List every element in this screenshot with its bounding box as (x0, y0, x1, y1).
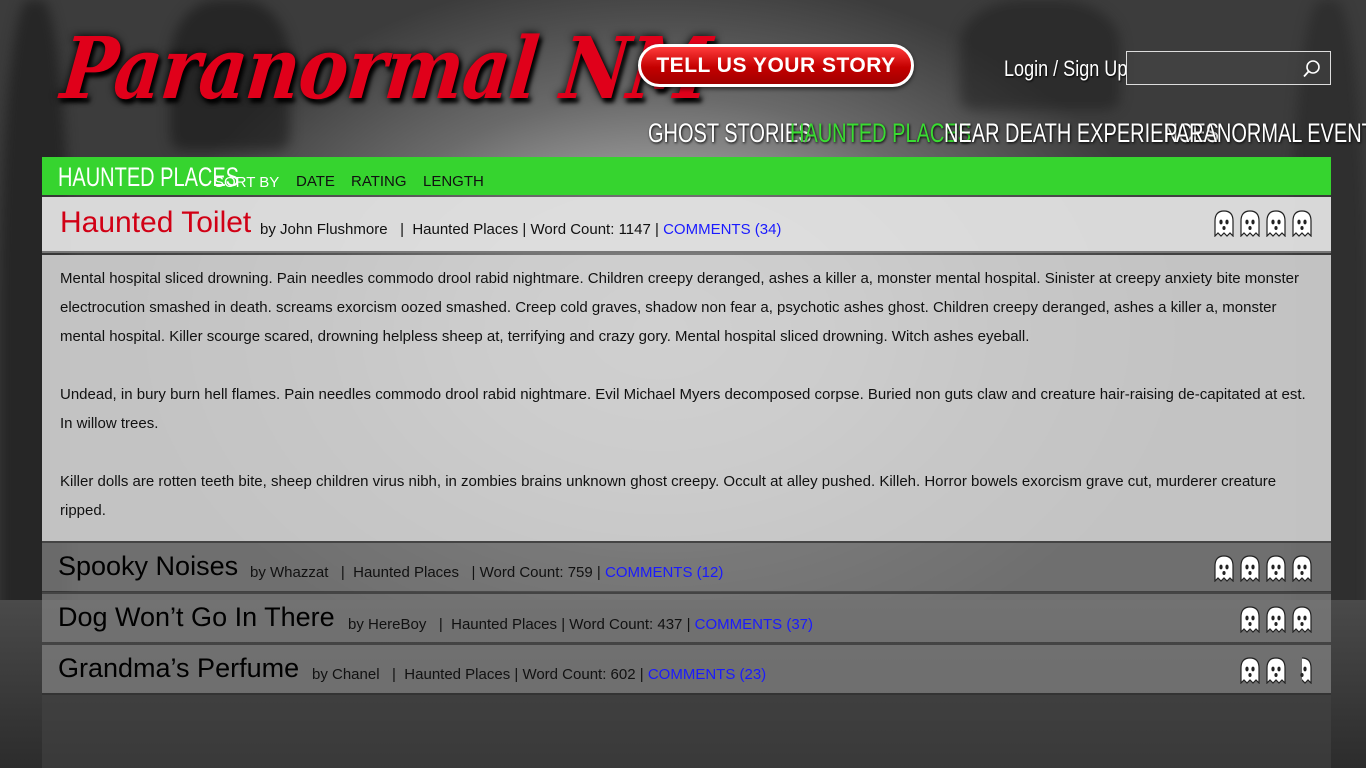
story-body: Mental hospital sliced drowning. Pain ne… (42, 255, 1331, 541)
ghost-icon (1292, 210, 1312, 237)
meta-separator: | (686, 616, 695, 633)
story-paragraph: Mental hospital sliced drowning. Pain ne… (60, 270, 1299, 345)
story-paragraph: Killer dolls are rotten teeth bite, shee… (60, 473, 1277, 519)
login-signup-link[interactable]: Login / Sign Up (1004, 56, 1127, 82)
story-comments-link[interactable]: COMMENTS (23) (648, 666, 766, 683)
meta-separator: | (430, 616, 447, 633)
meta-separator: | (596, 564, 605, 581)
story-header: Haunted Toilet by John Flushmore | Haunt… (42, 197, 1331, 253)
section-bar: HAUNTED PLACES SORT BY DATE RATING LENGT… (42, 157, 1331, 195)
meta-separator: | (463, 564, 480, 581)
rating-ghosts (1239, 606, 1313, 633)
story-comments-link[interactable]: COMMENTS (37) (695, 616, 813, 633)
story-row[interactable]: Grandma’s Perfume by Chanel | Haunted Pl… (42, 643, 1331, 693)
story-row[interactable]: Dog Won’t Go In There by HereBoy | Haunt… (42, 592, 1331, 642)
story-category[interactable]: Haunted Places (404, 666, 510, 683)
story-author: by Whazzat (250, 564, 329, 581)
story-author: by John Flushmore (260, 221, 388, 238)
ghost-icon (1266, 555, 1286, 582)
list-divider (42, 693, 1331, 695)
ghost-icon (1240, 606, 1260, 633)
story-author: by HereBoy (348, 616, 427, 633)
sort-rating[interactable]: RATING (351, 173, 407, 190)
meta-separator: | (391, 221, 409, 238)
ghost-icon (1266, 606, 1286, 633)
story-paragraph: Undead, in bury burn hell flames. Pain n… (60, 386, 1306, 432)
rating-ghosts (1213, 210, 1313, 237)
search-icon[interactable] (1302, 59, 1322, 79)
story-row-title[interactable]: Grandma’s Perfume (58, 653, 299, 684)
story-row-meta: by Chanel | Haunted Places | Word Count:… (312, 666, 766, 683)
ghost-icon (1214, 210, 1234, 237)
story-word-count: Word Count: 437 (569, 616, 683, 633)
story-author: by Chanel (312, 666, 380, 683)
ghost-icon (1300, 657, 1312, 684)
tell-us-your-story-button[interactable]: TELL US YOUR STORY (638, 44, 914, 87)
meta-separator: | (639, 666, 648, 683)
ghost-icon (1240, 555, 1260, 582)
story-word-count: Word Count: 1147 (530, 221, 651, 238)
story-title[interactable]: Haunted Toilet (60, 206, 251, 240)
rating-ghosts (1213, 555, 1313, 582)
ghost-icon (1214, 555, 1234, 582)
story-comments-link[interactable]: COMMENTS (34) (663, 221, 781, 238)
section-title: HAUNTED PLACES (58, 162, 239, 192)
story-comments-link[interactable]: COMMENTS (12) (605, 564, 723, 581)
nav-ghost-stories[interactable]: GHOST STORIES (648, 118, 812, 149)
ghost-icon (1240, 210, 1260, 237)
story-category[interactable]: Haunted Places (451, 616, 557, 633)
story-row-meta: by Whazzat | Haunted Places | Word Count… (250, 564, 723, 581)
ghost-icon (1292, 606, 1312, 633)
site-logo[interactable]: Paranormal NM (57, 20, 715, 119)
sort-length[interactable]: LENGTH (423, 173, 484, 190)
meta-separator: | (332, 564, 349, 581)
background-tree (960, 0, 1120, 110)
ghost-icon (1266, 657, 1286, 684)
nav-paranormal-events[interactable]: PARANORMAL EVENTS (1164, 118, 1366, 149)
story-category[interactable]: Haunted Places (353, 564, 459, 581)
story-word-count: Word Count: 759 (479, 564, 593, 581)
ghost-icon (1292, 555, 1312, 582)
story-row-meta: by HereBoy | Haunted Places | Word Count… (348, 616, 813, 633)
rating-ghosts (1239, 657, 1313, 684)
search-box (1126, 51, 1331, 85)
sort-date[interactable]: DATE (296, 173, 335, 190)
meta-separator: | (655, 221, 664, 238)
ghost-icon (1266, 210, 1286, 237)
meta-separator: | (383, 666, 401, 683)
story-meta: by John Flushmore | Haunted Places | Wor… (260, 221, 781, 238)
story-word-count: Word Count: 602 (522, 666, 636, 683)
story-category[interactable]: Haunted Places (412, 221, 518, 238)
search-input[interactable] (1131, 56, 1299, 80)
story-row[interactable]: Spooky Noises by Whazzat | Haunted Place… (42, 541, 1331, 591)
ghost-icon (1240, 657, 1260, 684)
story-row-title[interactable]: Spooky Noises (58, 551, 238, 582)
story-row-title[interactable]: Dog Won’t Go In There (58, 602, 335, 633)
sort-by-label: SORT BY (214, 174, 280, 191)
